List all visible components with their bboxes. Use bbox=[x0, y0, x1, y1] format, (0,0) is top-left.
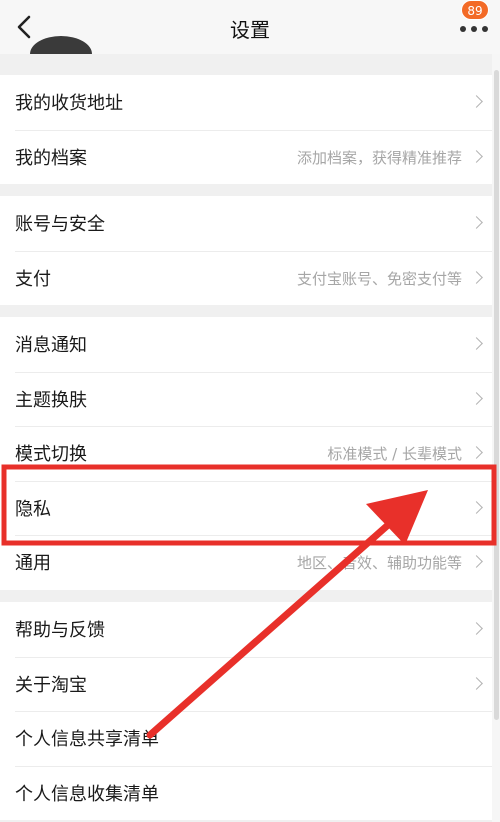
chevron-right-icon bbox=[470, 622, 483, 635]
setting-label: 隐私 bbox=[15, 498, 51, 520]
setting-row-help[interactable]: 帮助与反馈 bbox=[0, 602, 492, 657]
chevron-right-icon bbox=[470, 446, 483, 459]
chevron-right-icon bbox=[470, 216, 483, 229]
settings-group-address: 我的收货地址 我的档案 添加档案，获得精准推荐 bbox=[0, 75, 492, 184]
settings-group-general: 消息通知 主题换肤 模式切换 标准模式 / 长辈模式 隐私 通用 地区、音效、辅… bbox=[0, 317, 492, 590]
more-dot bbox=[471, 26, 477, 32]
chevron-right-icon bbox=[470, 391, 483, 405]
setting-label: 通用 bbox=[15, 553, 51, 574]
setting-label: 我的档案 bbox=[15, 147, 87, 169]
setting-label: 个人信息共享清单 bbox=[15, 729, 159, 750]
setting-row-account-security[interactable]: 账号与安全 bbox=[0, 196, 492, 251]
settings-group-about: 帮助与反馈 关于淘宝 个人信息共享清单 个人信息收集清单 bbox=[0, 602, 492, 820]
chevron-right-icon bbox=[470, 500, 483, 514]
chevron-right-icon bbox=[470, 270, 483, 284]
chevron-right-icon bbox=[470, 676, 483, 690]
setting-value: 支付宝账号、免密支付等 bbox=[296, 269, 462, 288]
settings-group-account: 账号与安全 支付 支付宝账号、免密支付等 bbox=[0, 196, 492, 305]
chevron-right-icon bbox=[470, 555, 483, 568]
setting-label: 消息通知 bbox=[15, 335, 87, 356]
setting-label: 关于淘宝 bbox=[15, 674, 87, 696]
setting-row-general[interactable]: 通用 地区、音效、辅助功能等 bbox=[0, 535, 492, 590]
setting-row-mode[interactable]: 模式切换 标准模式 / 长辈模式 bbox=[0, 426, 492, 481]
notification-badge: 89 bbox=[461, 0, 489, 20]
setting-label: 个人信息收集清单 bbox=[15, 783, 159, 805]
setting-value: 地区、音效、辅助功能等 bbox=[296, 554, 462, 572]
setting-label: 支付 bbox=[15, 268, 51, 290]
setting-label: 账号与安全 bbox=[15, 214, 105, 235]
setting-row-privacy[interactable]: 隐私 bbox=[0, 480, 492, 536]
chevron-right-icon bbox=[470, 95, 483, 108]
setting-row-address[interactable]: 我的收货地址 bbox=[0, 75, 492, 130]
setting-value: 标准模式 / 长辈模式 bbox=[327, 445, 462, 463]
setting-label: 主题换肤 bbox=[15, 389, 87, 411]
setting-row-payment[interactable]: 支付 支付宝账号、免密支付等 bbox=[0, 250, 492, 306]
setting-row-profile[interactable]: 我的档案 添加档案，获得精准推荐 bbox=[0, 129, 492, 185]
setting-label: 我的收货地址 bbox=[15, 93, 123, 114]
more-button[interactable] bbox=[458, 18, 492, 44]
chevron-right-icon bbox=[470, 149, 483, 163]
setting-row-theme[interactable]: 主题换肤 bbox=[0, 371, 492, 427]
more-dots-icon bbox=[460, 26, 466, 32]
setting-label: 帮助与反馈 bbox=[15, 620, 105, 641]
nav-bar: 设置 bbox=[0, 0, 500, 54]
setting-row-about-taobao[interactable]: 关于淘宝 bbox=[0, 656, 492, 712]
page-title: 设置 bbox=[230, 18, 270, 42]
scrollbar-thumb[interactable] bbox=[494, 70, 499, 720]
setting-row-notifications[interactable]: 消息通知 bbox=[0, 317, 492, 372]
more-dot bbox=[482, 26, 488, 32]
setting-row-info-collection[interactable]: 个人信息收集清单 bbox=[0, 765, 492, 821]
setting-value: 添加档案，获得精准推荐 bbox=[296, 148, 462, 167]
setting-row-info-sharing[interactable]: 个人信息共享清单 bbox=[0, 711, 492, 766]
chevron-right-icon bbox=[470, 337, 483, 350]
setting-label: 模式切换 bbox=[15, 444, 87, 465]
